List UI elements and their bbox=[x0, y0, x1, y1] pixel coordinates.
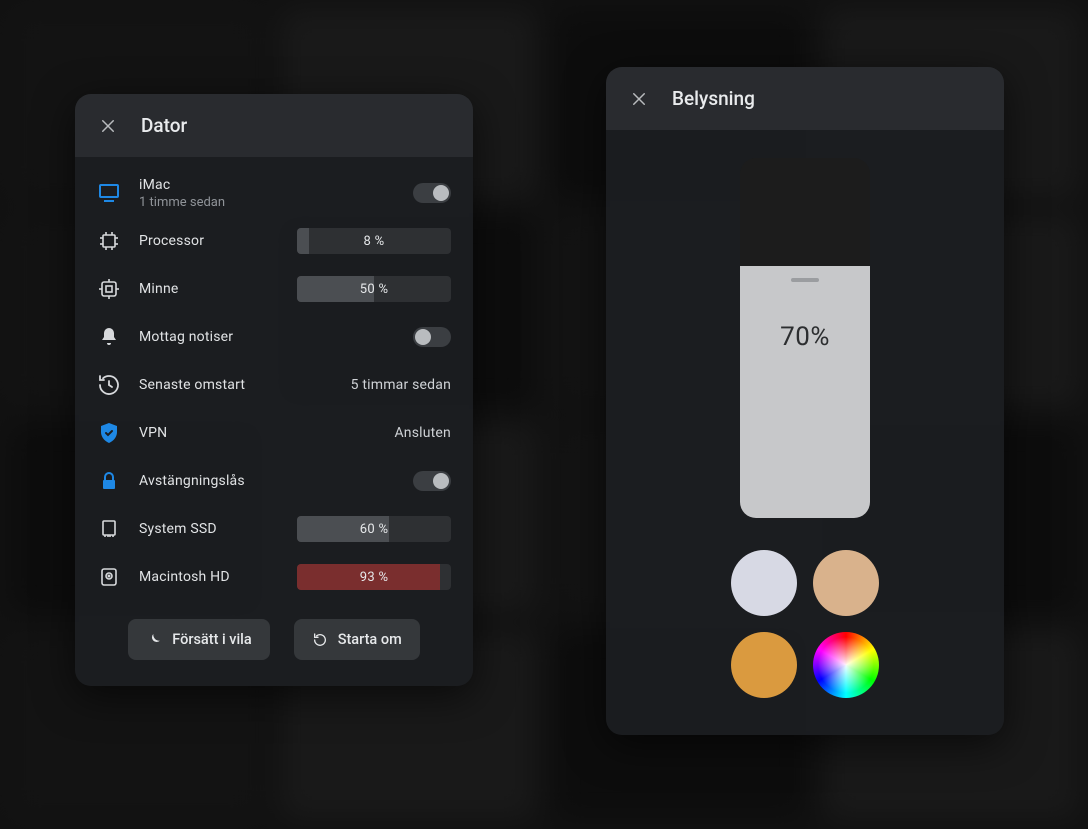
computer-card-header: Dator bbox=[75, 94, 473, 157]
shutdown-lock-label: Avstängningslås bbox=[139, 473, 259, 489]
moon-icon bbox=[146, 632, 162, 648]
notifications-row: Mottag notiser bbox=[97, 313, 451, 361]
lighting-card-header: Belysning bbox=[606, 67, 1004, 130]
processor-label: Processor bbox=[139, 233, 259, 249]
cpu-icon bbox=[97, 229, 121, 253]
device-toggle[interactable] bbox=[413, 183, 451, 203]
restart-button-label: Starta om bbox=[338, 631, 402, 648]
slider-grip-icon bbox=[791, 278, 819, 282]
color-swatch-white[interactable] bbox=[731, 550, 797, 616]
hdd-label: Macintosh HD bbox=[139, 569, 259, 585]
vpn-label: VPN bbox=[139, 425, 259, 441]
monitor-icon bbox=[97, 181, 121, 205]
sleep-button-label: Försätt i vila bbox=[172, 631, 251, 648]
vpn-value: Ansluten bbox=[394, 425, 451, 441]
history-icon bbox=[97, 373, 121, 397]
shutdown-lock-toggle[interactable] bbox=[413, 471, 451, 491]
color-swatch-amber[interactable] bbox=[731, 632, 797, 698]
ssd-value: 60 % bbox=[297, 516, 451, 542]
close-icon[interactable] bbox=[99, 117, 117, 135]
memory-icon bbox=[97, 277, 121, 301]
restart-icon bbox=[312, 632, 328, 648]
lighting-card-title: Belysning bbox=[672, 87, 755, 110]
shutdown-lock-row: Avstängningslås bbox=[97, 457, 451, 505]
ssd-row: System SSD 60 % bbox=[97, 505, 451, 553]
lighting-card: Belysning 70% bbox=[606, 67, 1004, 735]
color-swatch-custom[interactable] bbox=[813, 632, 879, 698]
sleep-button[interactable]: Försätt i vila bbox=[128, 619, 269, 660]
vpn-row: VPN Ansluten bbox=[97, 409, 451, 457]
hdd-bar: 93 % bbox=[297, 564, 451, 590]
last-restart-value: 5 timmar sedan bbox=[351, 377, 451, 393]
device-row: iMac 1 timme sedan bbox=[97, 169, 451, 217]
lighting-card-body: 70% bbox=[606, 130, 1004, 734]
hdd-row: Macintosh HD 93 % bbox=[97, 553, 451, 601]
memory-row: Minne 50 % bbox=[97, 265, 451, 313]
processor-row: Processor 8 % bbox=[97, 217, 451, 265]
memory-bar: 50 % bbox=[297, 276, 451, 302]
processor-value: 8 % bbox=[297, 228, 451, 254]
restart-button[interactable]: Starta om bbox=[294, 619, 420, 660]
brightness-slider[interactable]: 70% bbox=[740, 158, 870, 518]
shield-icon bbox=[97, 421, 121, 445]
computer-card: Dator iMac 1 timme sedan bbox=[75, 94, 473, 686]
computer-card-title: Dator bbox=[141, 114, 187, 137]
notifications-label: Mottag notiser bbox=[139, 329, 259, 345]
hdd-icon bbox=[97, 565, 121, 589]
memory-value: 50 % bbox=[297, 276, 451, 302]
computer-card-body: iMac 1 timme sedan Processor 8 bbox=[75, 157, 473, 686]
hdd-value: 93 % bbox=[297, 564, 451, 590]
close-icon[interactable] bbox=[630, 90, 648, 108]
color-swatches bbox=[731, 550, 879, 698]
bell-icon bbox=[97, 325, 121, 349]
ssd-icon bbox=[97, 517, 121, 541]
ssd-bar: 60 % bbox=[297, 516, 451, 542]
device-name: iMac bbox=[139, 177, 259, 193]
actions-row: Försätt i vila Starta om bbox=[97, 619, 451, 660]
last-restart-label: Senaste omstart bbox=[139, 377, 259, 393]
notifications-toggle[interactable] bbox=[413, 327, 451, 347]
color-swatch-warm[interactable] bbox=[813, 550, 879, 616]
ssd-label: System SSD bbox=[139, 521, 259, 537]
processor-bar: 8 % bbox=[297, 228, 451, 254]
last-restart-row: Senaste omstart 5 timmar sedan bbox=[97, 361, 451, 409]
brightness-value: 70% bbox=[780, 322, 830, 352]
device-subtitle: 1 timme sedan bbox=[139, 195, 259, 210]
memory-label: Minne bbox=[139, 281, 259, 297]
lock-icon bbox=[97, 469, 121, 493]
